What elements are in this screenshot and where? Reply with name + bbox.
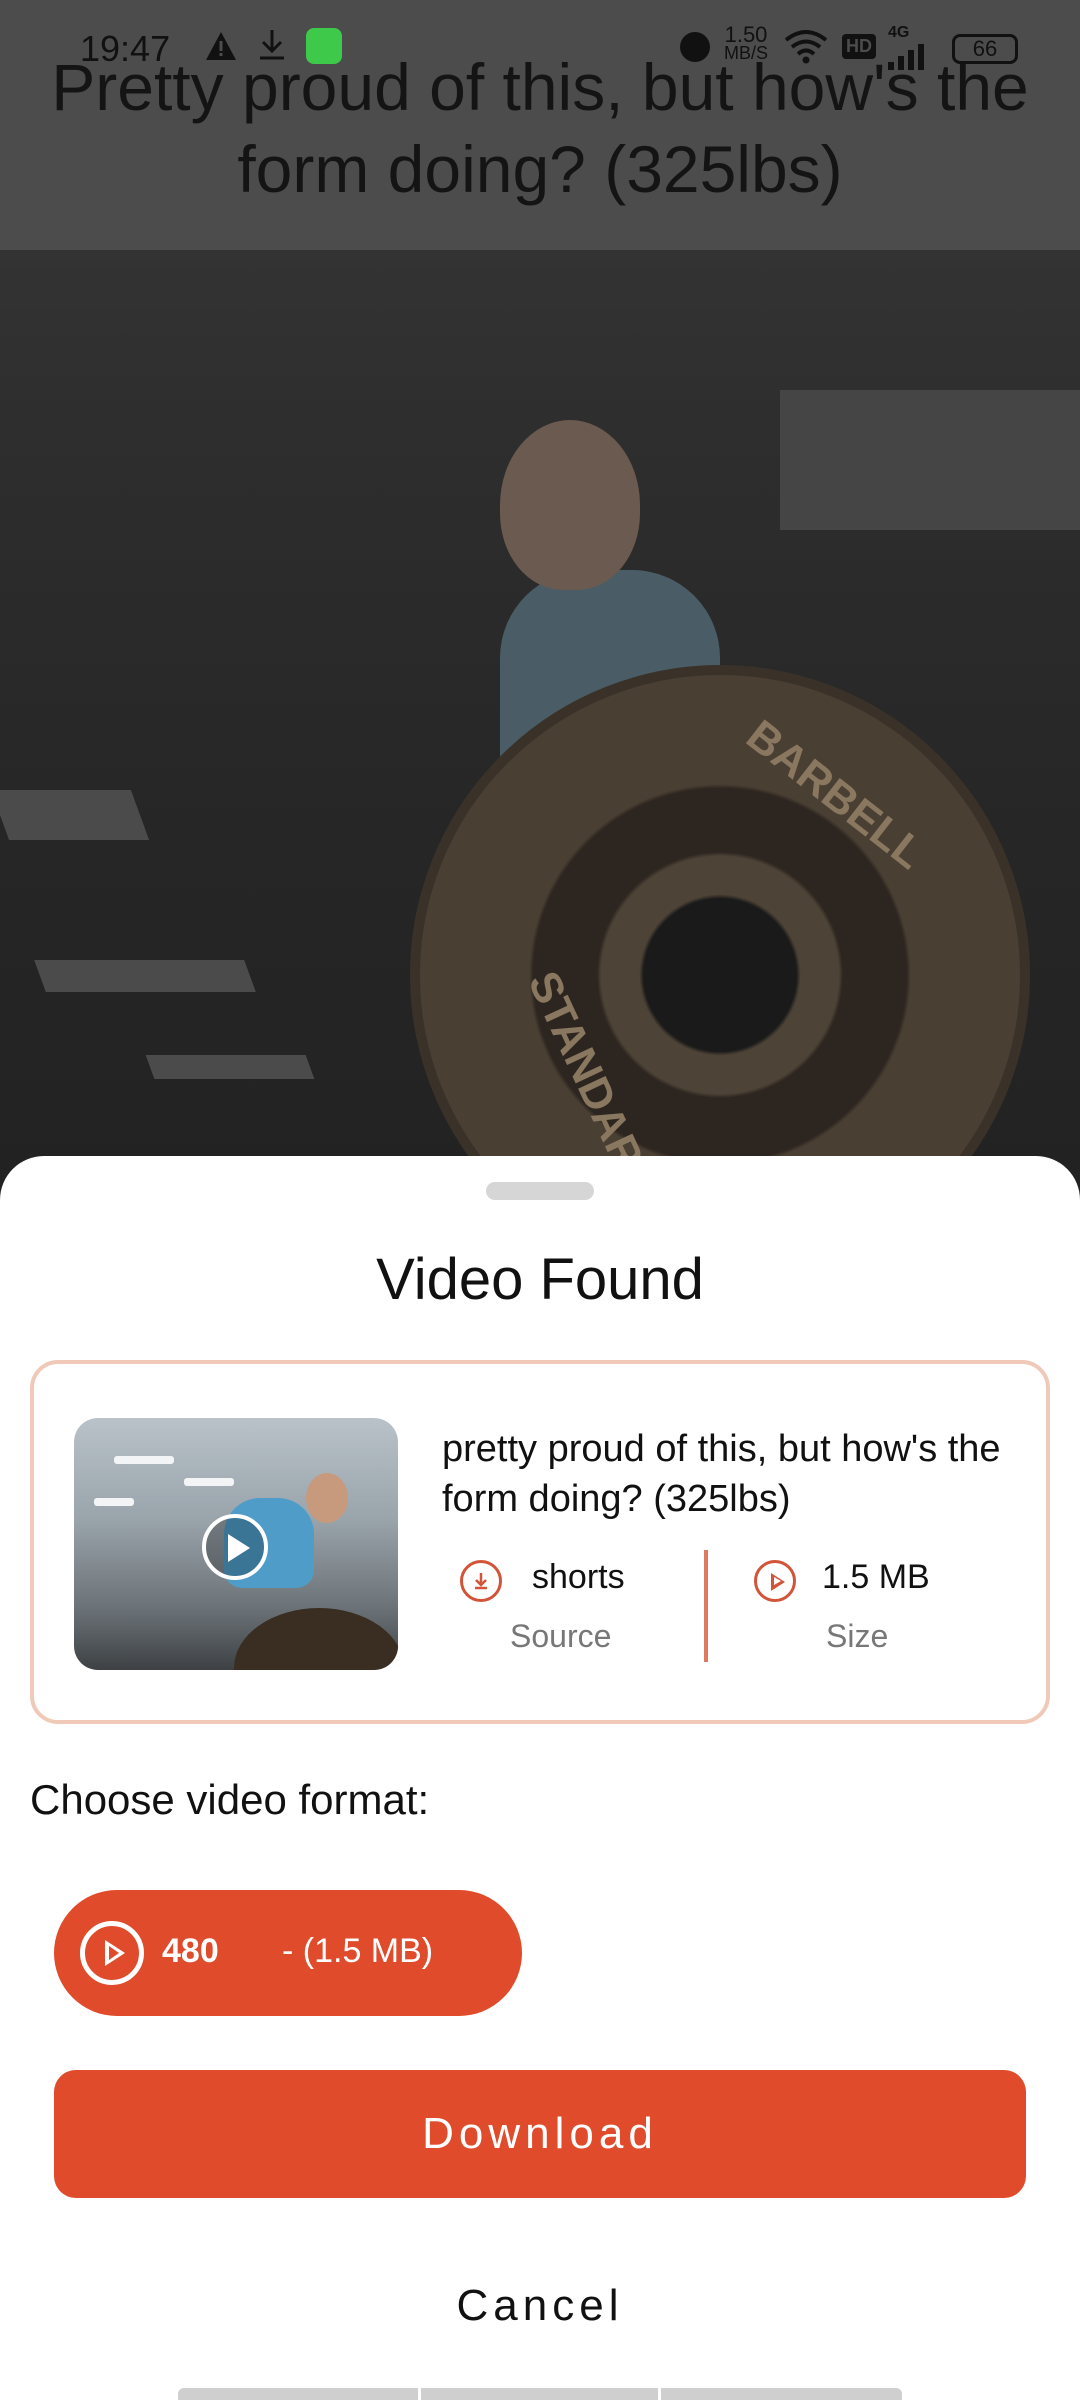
format-quality: 480 bbox=[162, 1932, 219, 1970]
warning-icon bbox=[204, 30, 238, 71]
sheet-title: Video Found bbox=[376, 1247, 704, 1312]
download-icon bbox=[460, 1560, 502, 1602]
format-heading: Choose video format: bbox=[30, 1776, 430, 1823]
thumbnail-light bbox=[114, 1456, 174, 1464]
signal-icon bbox=[888, 40, 928, 79]
size-value: 1.5 MB bbox=[822, 1558, 930, 1596]
status-time: 19:47 bbox=[80, 28, 171, 69]
format-option-480[interactable]: 480 - (1.5 MB) bbox=[54, 1890, 522, 2016]
ceiling-light bbox=[0, 790, 150, 840]
gesture-nav-bar[interactable] bbox=[178, 2388, 902, 2400]
thumbnail-light bbox=[184, 1478, 234, 1486]
hd-badge: HD bbox=[842, 34, 876, 59]
format-size: - (1.5 MB) bbox=[282, 1932, 434, 1970]
cancel-button[interactable]: Cancel bbox=[340, 2266, 740, 2346]
download-button[interactable]: Download bbox=[54, 2070, 1026, 2198]
messages-app-icon bbox=[306, 28, 342, 64]
thumbnail-lifter-head bbox=[306, 1473, 348, 1523]
size-label: Size bbox=[826, 1618, 889, 1654]
play-circle-icon bbox=[754, 1560, 796, 1602]
thumbnail-plate bbox=[234, 1608, 398, 1670]
download-icon bbox=[256, 26, 288, 71]
alarm-icon bbox=[680, 32, 710, 62]
status-bar: 19:47 1.50 MB/S HD 4G 66 bbox=[0, 0, 1080, 96]
nav-bar-separator bbox=[658, 2388, 661, 2400]
network-speed-value: 1.50 bbox=[724, 22, 768, 47]
wifi-icon bbox=[782, 28, 830, 73]
video-found-sheet: Video Found pretty proud of this, but ho… bbox=[0, 1156, 1080, 2400]
thumbnail-light bbox=[94, 1498, 134, 1506]
ceiling-light bbox=[34, 960, 256, 992]
ceiling-light bbox=[145, 1055, 315, 1079]
network-speed: 1.50 MB/S bbox=[724, 22, 769, 63]
meta-divider bbox=[704, 1550, 708, 1662]
nav-bar-separator bbox=[418, 2388, 421, 2400]
source-label: Source bbox=[510, 1618, 612, 1654]
play-circle-icon bbox=[80, 1921, 144, 1985]
video-info-card: pretty proud of this, but how's the form… bbox=[30, 1360, 1050, 1724]
play-icon[interactable] bbox=[202, 1514, 268, 1580]
ceiling-panel bbox=[780, 390, 1080, 530]
lifter-head bbox=[500, 420, 640, 590]
sheet-drag-handle[interactable] bbox=[486, 1182, 594, 1200]
network-speed-unit: MB/S bbox=[724, 43, 769, 63]
battery-indicator: 66 bbox=[952, 34, 1018, 64]
video-thumbnail[interactable] bbox=[74, 1418, 398, 1670]
video-card-title: pretty proud of this, but how's the form… bbox=[442, 1428, 1001, 1520]
source-value: shorts bbox=[532, 1558, 625, 1596]
